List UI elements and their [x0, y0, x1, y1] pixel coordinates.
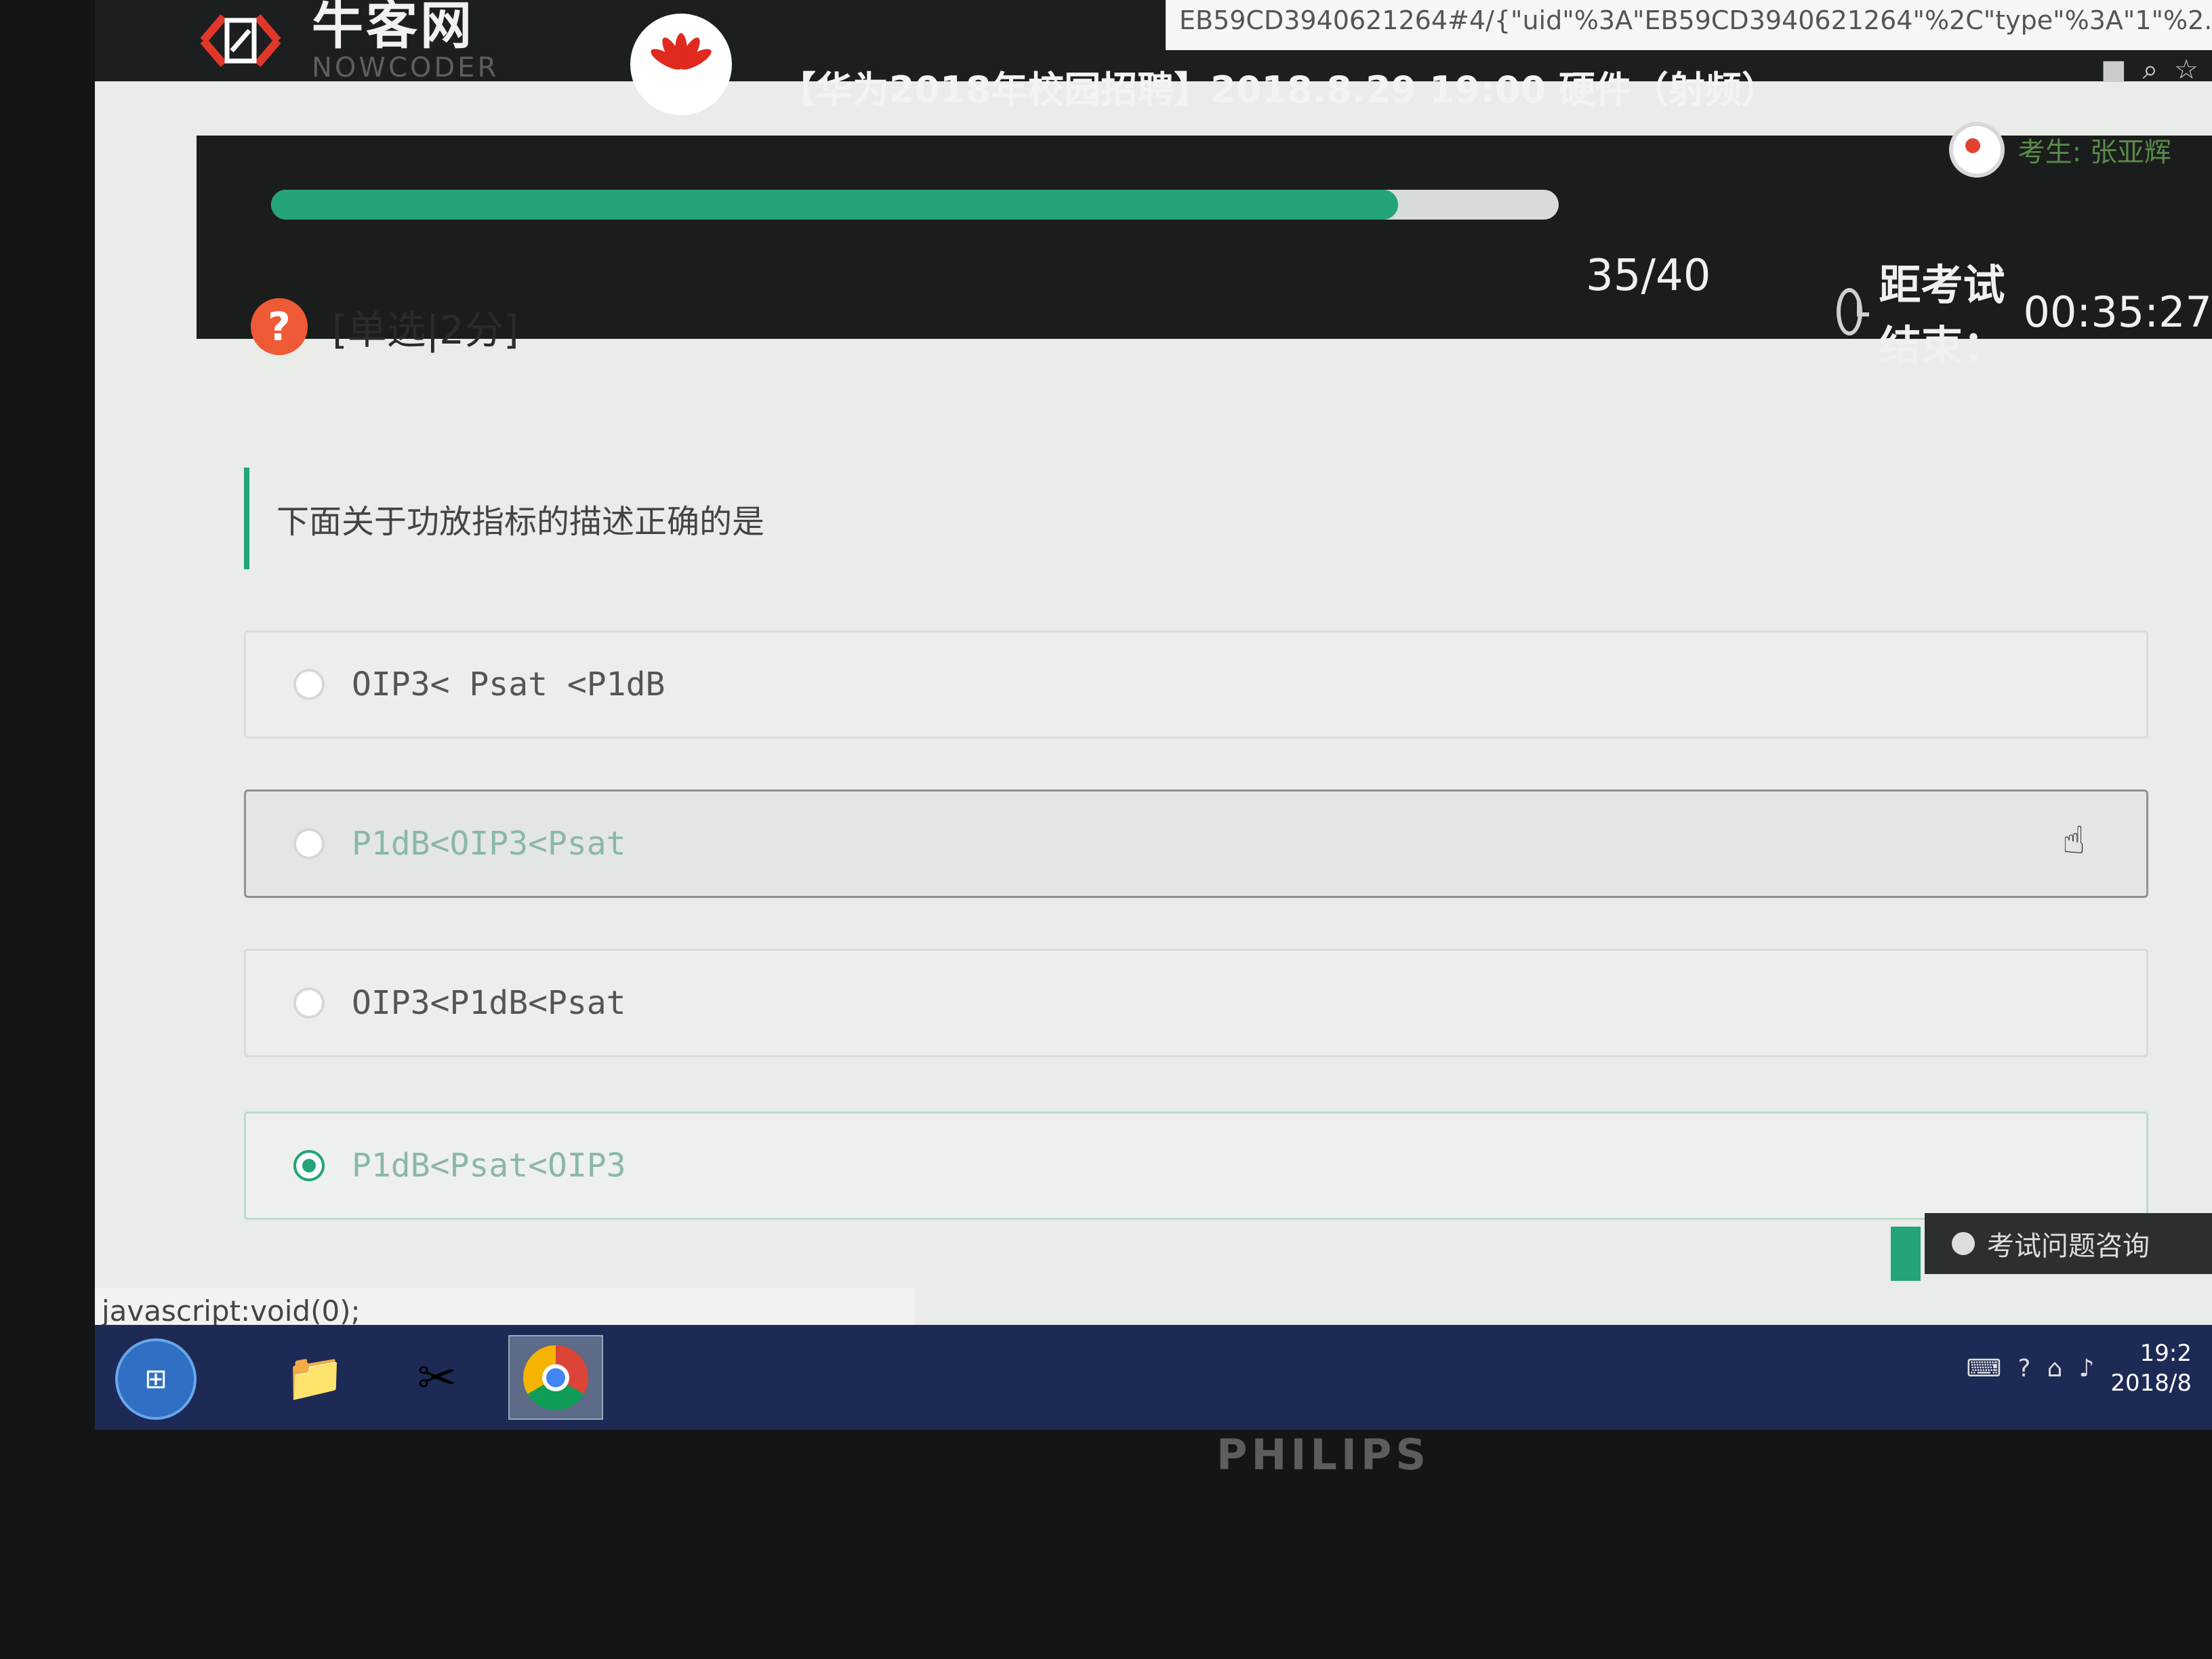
answer-option-d[interactable]: P1dB<Psat<OIP3 — [244, 1111, 2148, 1220]
nowcoder-logo-icon — [190, 3, 291, 78]
file-explorer-taskbar-item[interactable]: 📁 — [268, 1335, 363, 1420]
keyboard-icon[interactable]: ⌨ — [1966, 1355, 2001, 1382]
system-tray: ⌨ ? ⌂ ♪ 19:2 2018/8 — [1966, 1338, 2192, 1398]
folder-icon: 📁 — [285, 1349, 345, 1405]
nowcoder-logo[interactable]: 牛客网 NOWCODER — [190, 0, 499, 83]
exam-timer: 距考试结束： 00:35:27 — [1837, 251, 2212, 373]
network-icon[interactable]: ⌂ — [2047, 1355, 2063, 1382]
status-text: javascript:void(0); — [102, 1294, 361, 1328]
volume-icon[interactable]: ♪ — [2078, 1355, 2094, 1382]
consult-label: 考试问题咨询 — [1987, 1231, 2150, 1262]
candidate-name: 考生: 张亚辉 — [2018, 137, 2171, 168]
option-text: P1dB<Psat<OIP3 — [352, 1147, 626, 1185]
consult-accent — [1891, 1227, 1921, 1281]
monitor-brand-logo: PHILIPS — [1216, 1430, 1431, 1479]
address-bar-url: EB59CD3940621264#4/{"uid"%3A"EB59CD39406… — [1179, 5, 2212, 35]
hand-cursor-icon: ☝ — [2062, 819, 2086, 863]
location-pin-icon — [1948, 122, 2005, 178]
help-icon[interactable]: ? — [2018, 1355, 2030, 1382]
browser-toolbar-icons: ■ ⌕ ☆ — [2101, 54, 2198, 85]
huawei-logo — [630, 14, 732, 115]
snipping-tool-taskbar-item[interactable]: ✂ — [390, 1335, 485, 1420]
progress-fill — [271, 190, 1398, 220]
answer-option-c[interactable]: OIP3<P1dB<Psat — [244, 949, 2148, 1057]
exam-consult-button[interactable]: 考试问题咨询 — [1925, 1213, 2212, 1274]
radio-button-checked[interactable] — [293, 1150, 325, 1181]
timer-label: 距考试结束： — [1879, 260, 2005, 371]
answer-option-b[interactable]: P1dB<OIP3<Psat ☝ — [244, 790, 2148, 898]
option-text: OIP3< Psat <P1dB — [352, 665, 665, 703]
bookmark-star-icon[interactable]: ☆ — [2174, 54, 2198, 85]
radio-button[interactable] — [293, 828, 325, 859]
question-type-label: [单选|2分] — [332, 307, 519, 353]
question-type-header: ? [单选|2分] — [251, 298, 519, 355]
taskbar-clock[interactable]: 19:2 2018/8 — [2110, 1338, 2192, 1398]
windows-start-button[interactable]: ⊞ — [115, 1338, 197, 1420]
zoom-icon[interactable]: ⌕ — [2143, 54, 2158, 85]
logo-cn-text: 牛客网 — [312, 0, 474, 56]
timer-value: 00:35:27 — [2023, 287, 2212, 337]
logo-en-text: NOWCODER — [312, 52, 499, 83]
radio-button[interactable] — [293, 987, 325, 1019]
scissors-icon: ✂ — [417, 1349, 457, 1406]
exam-title: 【华为2018年校园招聘】2018.8.29 19:00 硬件（射频） — [779, 68, 1778, 111]
question-mark-icon: ? — [251, 298, 308, 355]
camera-icon[interactable]: ■ — [2101, 54, 2127, 85]
answer-option-a[interactable]: OIP3< Psat <P1dB — [244, 630, 2148, 739]
clock-date: 2018/8 — [2110, 1370, 2192, 1397]
question-text: 下面关于功放指标的描述正确的是 — [276, 503, 765, 541]
clock-time: 19:2 — [2139, 1340, 2192, 1367]
stopwatch-icon — [1837, 288, 1870, 335]
address-bar[interactable]: EB59CD3940621264#4/{"uid"%3A"EB59CD39406… — [1166, 0, 2212, 50]
huawei-petals-icon — [651, 33, 712, 70]
option-text: OIP3<P1dB<Psat — [352, 984, 626, 1022]
chat-bubble-icon — [1952, 1232, 1975, 1255]
progress-count: 35/40 — [1586, 251, 1711, 301]
option-text: P1dB<OIP3<Psat — [352, 825, 626, 863]
question-stem: 下面关于功放指标的描述正确的是 — [244, 468, 764, 569]
chrome-taskbar-item[interactable] — [508, 1335, 603, 1420]
windows-taskbar: ⊞ 📁 ✂ ⌨ ? ⌂ ♪ 19:2 2018/8 — [95, 1325, 2212, 1430]
chrome-icon — [523, 1345, 588, 1410]
progress-bar — [271, 190, 1559, 220]
browser-screen: 牛客网 NOWCODER EB59CD3940621264#4/{"uid"%3… — [95, 0, 2212, 1430]
radio-button[interactable] — [293, 669, 325, 700]
candidate-menu[interactable]: 考生: 张亚辉 — [1948, 122, 2171, 178]
